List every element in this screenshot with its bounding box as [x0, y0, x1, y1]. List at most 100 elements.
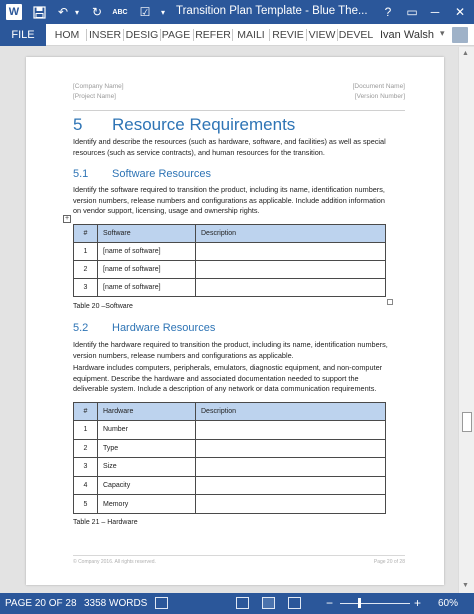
scroll-thumb[interactable]	[462, 412, 472, 432]
subsection-number: 5.1	[73, 168, 89, 180]
chevron-down-icon[interactable]: ▾	[440, 28, 445, 39]
scroll-down-icon[interactable]: ▼	[462, 582, 469, 589]
zoom-in-button[interactable]: +	[414, 596, 421, 610]
tab-mailings[interactable]: MAILI	[233, 24, 269, 46]
print-layout-icon[interactable]	[262, 597, 275, 609]
table-cell[interactable]	[195, 420, 386, 440]
save-icon[interactable]	[30, 3, 48, 21]
proofing-icon[interactable]	[155, 597, 168, 609]
column-header: #	[73, 402, 98, 421]
title-bar: W ↶ ▾ ↻ ABC ☑ ▾ Transition Plan Template…	[0, 0, 474, 24]
table-row[interactable]: 3 Size	[73, 457, 386, 477]
document-page[interactable]: [Company Name] [Project Name] [Document …	[26, 57, 444, 585]
subsection-title: Software Resources	[112, 168, 212, 180]
spelling-icon[interactable]: ABC	[111, 3, 129, 21]
table-cell[interactable]: 1	[73, 420, 98, 440]
table-cell[interactable]: 3	[73, 457, 98, 477]
table-cell[interactable]	[195, 278, 386, 297]
document-workspace: [Company Name] [Project Name] [Document …	[0, 47, 458, 593]
tab-review[interactable]: REVIE	[270, 24, 306, 46]
table-cell[interactable]	[195, 242, 386, 261]
tab-developer[interactable]: DEVEL	[338, 24, 374, 46]
minimize-button[interactable]: ─	[424, 2, 446, 22]
table-cell[interactable]: 5	[73, 494, 98, 514]
word-count[interactable]: 3358 WORDS	[84, 598, 147, 609]
tab-page-layout[interactable]: PAGE	[161, 24, 191, 46]
table-cell[interactable]	[195, 438, 386, 459]
table-cell[interactable]	[195, 260, 386, 279]
footer-divider	[73, 555, 405, 556]
section-title: Resource Requirements	[112, 115, 296, 134]
section-intro: Identify and describe the resources (suc…	[73, 137, 386, 157]
word-app-icon[interactable]: W	[6, 4, 22, 20]
table-cell[interactable]: [name of software]	[97, 278, 196, 297]
table-cell[interactable]: Type	[97, 438, 196, 459]
scroll-up-icon[interactable]: ▲	[462, 50, 469, 57]
read-mode-icon[interactable]	[236, 597, 249, 609]
user-account[interactable]: Ivan Walsh	[380, 24, 434, 46]
tab-view[interactable]: VIEW	[307, 24, 337, 46]
tab-insert[interactable]: INSER	[87, 24, 123, 46]
header-project-name: [Project Name]	[73, 93, 116, 100]
table-resize-handle[interactable]	[387, 299, 393, 305]
hardware-description: Identify the hardware required to transi…	[73, 340, 388, 360]
table-cell[interactable]	[195, 475, 386, 496]
redo-icon[interactable]: ↻	[88, 3, 106, 21]
avatar[interactable]	[452, 27, 468, 43]
tab-references[interactable]: REFER	[194, 24, 232, 46]
zoom-out-button[interactable]: −	[326, 596, 333, 610]
undo-dropdown-icon[interactable]: ▾	[68, 3, 86, 21]
table-cell[interactable]: Memory	[97, 494, 196, 514]
table-row[interactable]: 2 [name of software]	[73, 260, 386, 279]
table-row[interactable]: 5 Memory	[73, 494, 386, 514]
zoom-slider[interactable]	[340, 603, 410, 604]
ribbon-tabs: FILE HOM INSER DESIG PAGE REFER MAILI RE…	[0, 24, 474, 46]
table-row[interactable]: 3 [name of software]	[73, 278, 386, 297]
footer-copyright: © Company 2016. All rights reserved.	[73, 559, 156, 565]
header-document-name: [Document Name]	[352, 83, 405, 90]
column-header: #	[73, 224, 98, 243]
table-row[interactable]: 2 Type	[73, 438, 386, 459]
subsection-title: Hardware Resources	[112, 322, 216, 334]
subsection-number: 5.2	[73, 322, 89, 334]
column-header: Software	[97, 224, 196, 243]
status-bar: PAGE 20 OF 28 3358 WORDS − + 60%	[0, 593, 474, 614]
table-cell[interactable]: Size	[97, 457, 196, 477]
ribbon-display-icon[interactable]: ▭	[401, 2, 423, 22]
web-layout-icon[interactable]	[288, 597, 301, 609]
table-caption: Table 21 – Hardware	[73, 519, 138, 526]
table-cell[interactable]: 2	[73, 438, 98, 459]
tab-home[interactable]: HOM	[48, 24, 86, 46]
table-cell[interactable]: 4	[73, 475, 98, 496]
zoom-slider-knob[interactable]	[358, 598, 361, 608]
table-cell[interactable]	[195, 494, 386, 514]
table-cell[interactable]: [name of software]	[97, 260, 196, 279]
table-move-handle-icon[interactable]: +	[63, 215, 71, 223]
vertical-scrollbar[interactable]: ▲ ▼	[458, 47, 474, 593]
table-row[interactable]: 1 Number	[73, 420, 386, 440]
table-cell[interactable]: 1	[73, 242, 98, 261]
zoom-level[interactable]: 60%	[438, 598, 458, 609]
table-row[interactable]: 4 Capacity	[73, 475, 386, 496]
close-button[interactable]: ✕	[449, 2, 471, 22]
page-count[interactable]: PAGE 20 OF 28	[5, 598, 77, 609]
header-divider	[73, 110, 405, 111]
document-title: Transition Plan Template - Blue The...	[176, 5, 368, 17]
table-cell[interactable]: Number	[97, 420, 196, 440]
help-button[interactable]: ?	[377, 2, 399, 22]
software-description: Identify the software required to transi…	[73, 185, 385, 215]
table-cell[interactable]: 3	[73, 278, 98, 297]
table-cell[interactable]: 2	[73, 260, 98, 279]
header-company-name: [Company Name]	[73, 83, 124, 90]
tab-file[interactable]: FILE	[0, 24, 46, 46]
customize-toolbar-icon[interactable]: ▾	[154, 3, 172, 21]
table-cell[interactable]	[195, 457, 386, 477]
tab-design[interactable]: DESIG	[124, 24, 160, 46]
footer-page-number: Page 20 of 28	[373, 559, 405, 565]
section-number: 5	[73, 115, 83, 134]
table-row[interactable]: 1 [name of software]	[73, 242, 386, 261]
table-cell[interactable]: [name of software]	[97, 242, 196, 261]
column-header: Description	[195, 224, 386, 243]
table-cell[interactable]: Capacity	[97, 475, 196, 496]
check-icon[interactable]: ☑	[136, 3, 154, 21]
